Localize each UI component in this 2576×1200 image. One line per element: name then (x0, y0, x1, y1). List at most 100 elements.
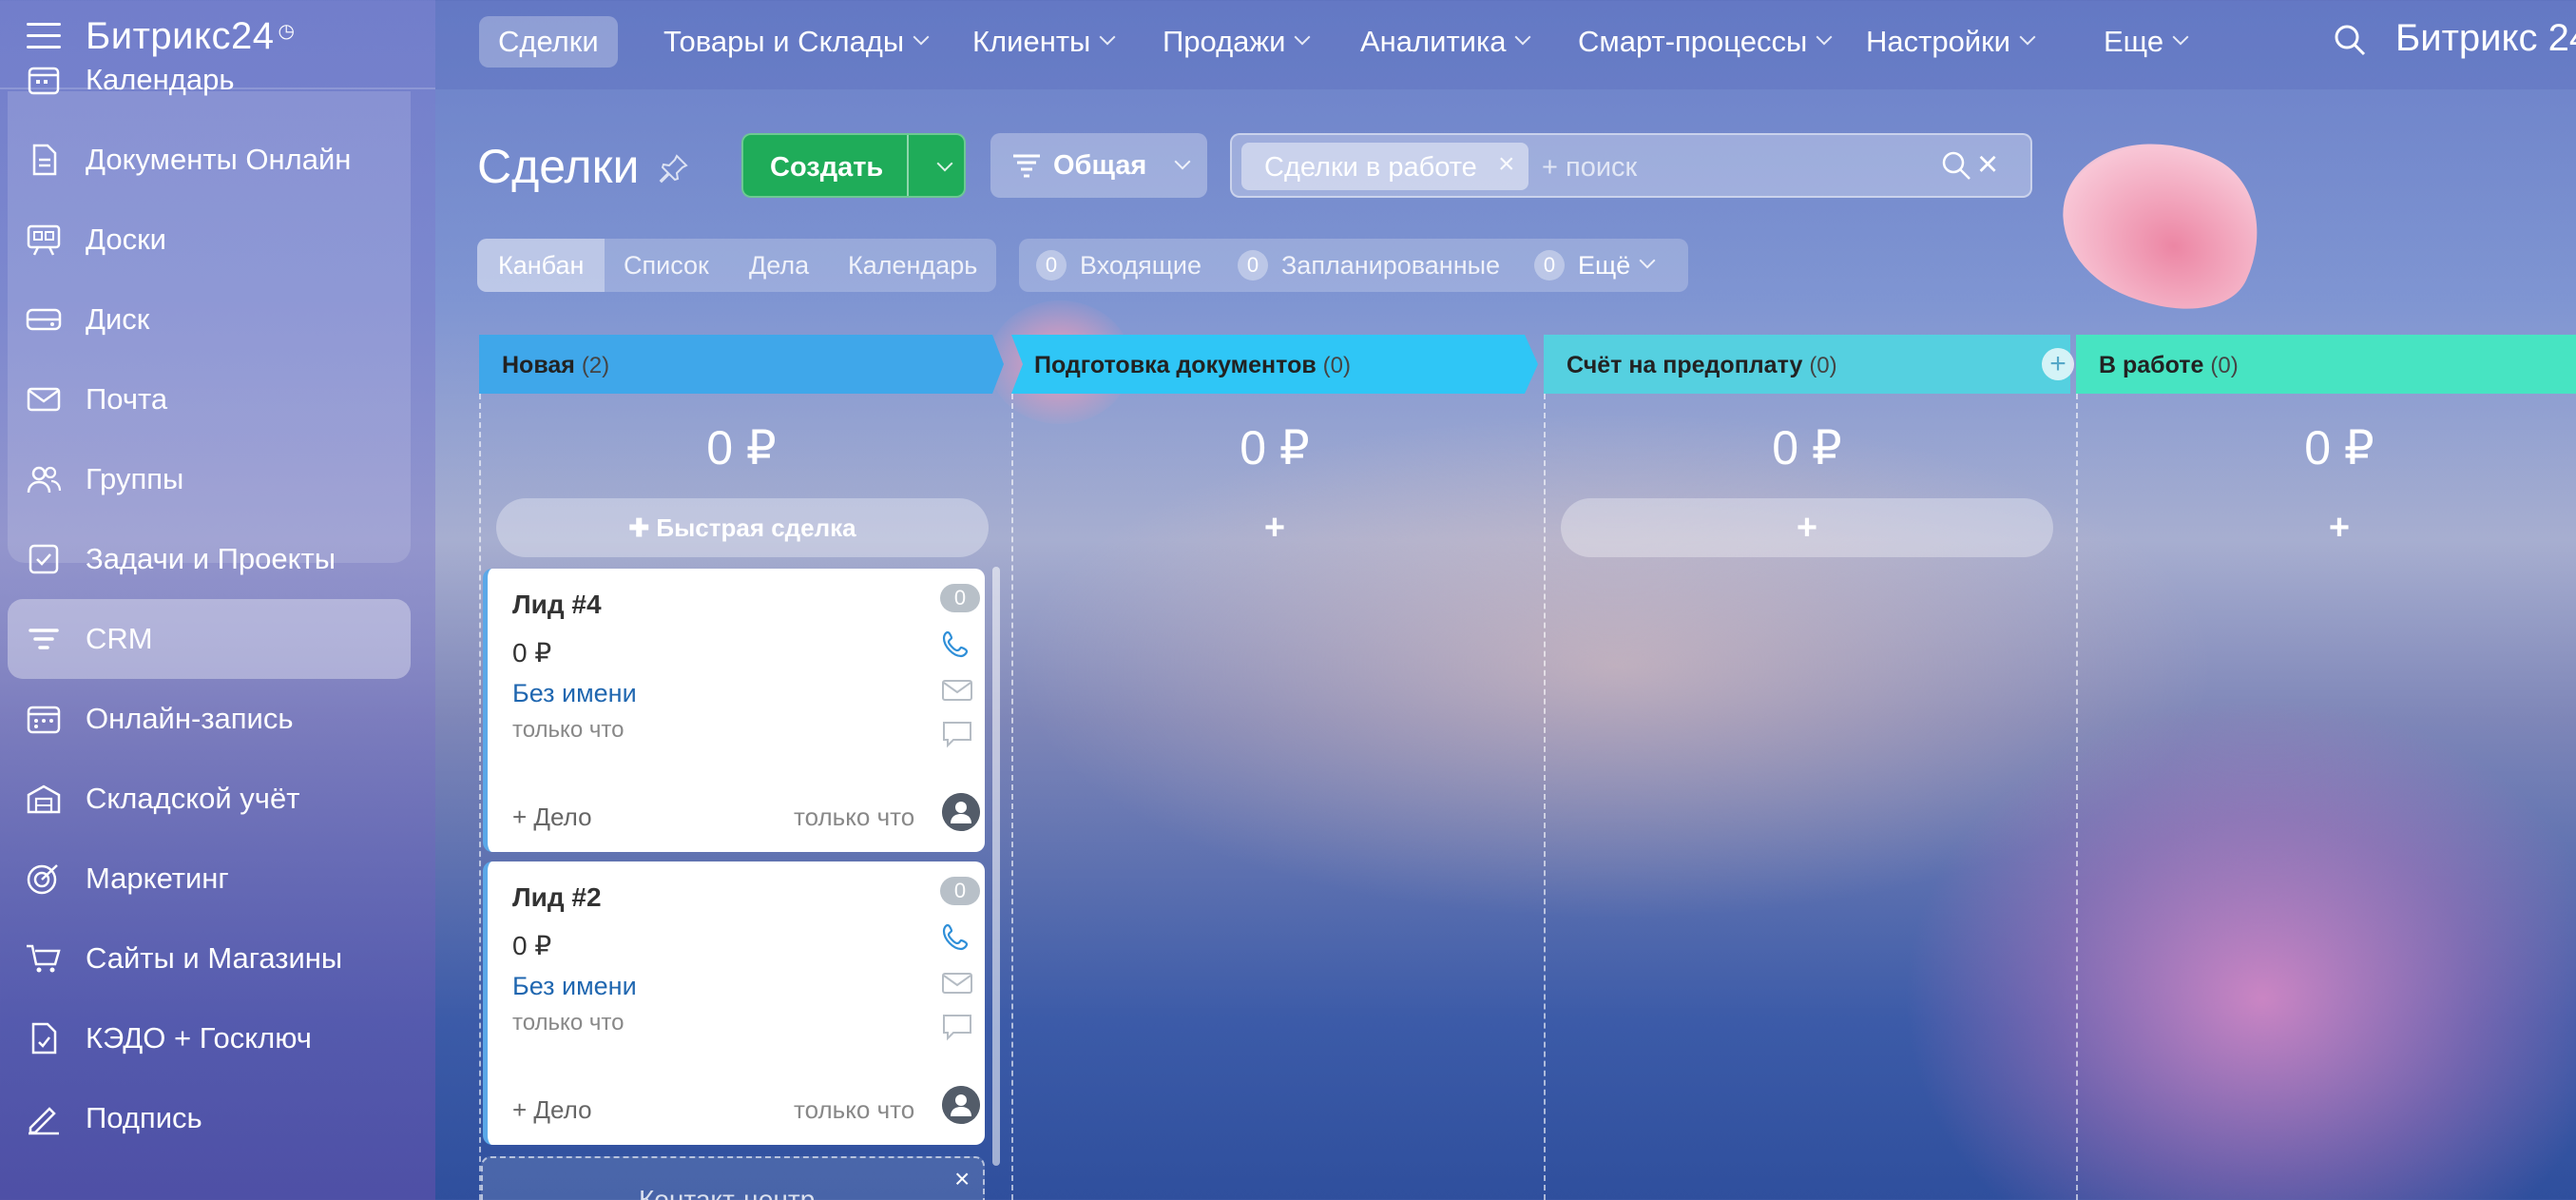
sidebar-item-warehouse[interactable]: Складской учёт (0, 759, 435, 839)
nav-item-more[interactable]: Еще (2085, 16, 2205, 68)
deal-client-link[interactable]: Без имени (512, 972, 637, 1001)
sidebar-item-label: Группы (86, 462, 184, 495)
quick-deal-button[interactable]: ✚ Быстрая сделка (496, 498, 989, 557)
sidebar-item-groups[interactable]: Группы (0, 439, 435, 519)
tab-activities[interactable]: Дела (749, 239, 809, 292)
filter-chip[interactable]: Сделки в работе × (1241, 143, 1528, 190)
nav-item-clients[interactable]: Клиенты (953, 16, 1132, 68)
sidebar-item-booking[interactable]: Онлайн-запись (0, 679, 435, 759)
counter-incoming[interactable]: 0 Входящие (1036, 239, 1201, 292)
nav-item-label: Товары и Склады (663, 25, 905, 58)
chevron-down-icon (1816, 29, 1833, 46)
add-activity-link[interactable]: + Дело (512, 1095, 592, 1125)
create-button-divider (907, 135, 909, 196)
nav-item-sales[interactable]: Продажи (1144, 16, 1327, 68)
tab-label: Дела (749, 250, 810, 280)
deal-title[interactable]: Лид #2 (512, 882, 602, 913)
deal-title[interactable]: Лид #4 (512, 590, 602, 620)
column-sum: 0 ₽ (1240, 421, 1310, 474)
column-header[interactable]: Счёт на предоплату (0) (1544, 335, 2070, 394)
chat-icon[interactable] (940, 1012, 974, 1042)
counter-more[interactable]: 0 Ещё (1534, 239, 1656, 292)
add-deal-button[interactable]: + (1028, 498, 1521, 557)
cart-icon (27, 944, 61, 973)
tab-calendar[interactable]: Календарь (848, 239, 977, 292)
nav-item-label: Клиенты (972, 25, 1091, 58)
sidebar-item-marketing[interactable]: Маркетинг (0, 839, 435, 919)
sidebar-item-label: Складской учёт (86, 782, 300, 815)
tab-list[interactable]: Список (624, 239, 709, 292)
add-deal-button[interactable]: + (2093, 498, 2576, 557)
category-filter-button[interactable]: Общая (990, 133, 1207, 198)
sidebar-item-documents[interactable]: Документы Онлайн (0, 120, 435, 200)
column-divider (479, 394, 481, 1200)
close-icon[interactable]: × (1498, 148, 1515, 181)
kanban-column-invoice: Счёт на предоплату (0) + 0 ₽ + (1544, 335, 2076, 1200)
chevron-down-icon (1514, 29, 1531, 46)
tab-label: Канбан (498, 250, 585, 280)
deal-card[interactable]: Лид #2 0 0 ₽ Без имени только что + Дело… (483, 861, 985, 1145)
filter-search-box[interactable]: Сделки в работе × × (1230, 133, 2032, 198)
chevron-down-icon[interactable] (936, 155, 953, 172)
filter-chip-label: Сделки в работе (1264, 152, 1477, 183)
create-button-label: Создать (770, 152, 884, 183)
contact-center-widget[interactable]: Контакт-центр × (481, 1156, 985, 1200)
search-icon[interactable] (1939, 148, 1973, 183)
add-activity-link[interactable]: + Дело (512, 803, 592, 832)
sidebar-item-kedo[interactable]: КЭДО + Госключ (0, 998, 435, 1078)
deal-client-link[interactable]: Без имени (512, 679, 637, 708)
sidebar-item-label: Почта (86, 382, 168, 416)
sidebar-item-tasks[interactable]: Задачи и Проекты (0, 519, 435, 599)
counter-badge: 0 (1036, 250, 1067, 281)
counter-label: Ещё (1578, 250, 1631, 280)
clear-icon[interactable]: × (1977, 145, 1998, 185)
sidebar-item-label: КЭДО + Госключ (86, 1021, 312, 1055)
nav-item-smart-processes[interactable]: Смарт-процессы (1559, 16, 1849, 68)
sidebar-item-boards[interactable]: Доски (0, 200, 435, 280)
deal-activity-date: только что (794, 1095, 915, 1124)
close-icon[interactable]: × (954, 1164, 970, 1194)
add-stage-icon[interactable]: + (2042, 348, 2074, 380)
counter-planned[interactable]: 0 Запланированные (1238, 239, 1500, 292)
chat-icon[interactable] (940, 719, 974, 749)
sidebar-item-label: Календарь (86, 63, 235, 96)
sidebar-item-disk[interactable]: Диск (0, 280, 435, 359)
top-navigation: Сделки Товары и Склады Клиенты Продажи А… (435, 0, 2576, 89)
phone-icon[interactable] (940, 629, 974, 660)
nav-item-label: Настройки (1866, 25, 2011, 58)
mail-icon[interactable] (940, 675, 974, 706)
phone-icon[interactable] (940, 922, 974, 953)
search-icon[interactable] (2331, 21, 2369, 59)
sidebar: Битрикс24 ◷ Календарь Документы Онлайн До… (0, 0, 435, 1200)
avatar-icon[interactable] (942, 1086, 980, 1124)
marketing-icon (27, 864, 58, 895)
quick-deal-label: Быстрая сделка (656, 513, 856, 542)
sidebar-item-signature[interactable]: Подпись (0, 1078, 435, 1158)
column-header[interactable]: В работе (0) (2076, 335, 2576, 394)
column-scrollbar[interactable] (992, 567, 1000, 1166)
create-button[interactable]: Создать (741, 133, 966, 198)
add-deal-button[interactable]: + (1561, 498, 2053, 557)
mail-icon[interactable] (940, 968, 974, 998)
sidebar-item-mail[interactable]: Почта (0, 359, 435, 439)
search-input[interactable] (1542, 148, 1922, 186)
pin-icon[interactable] (658, 152, 690, 184)
nav-item-products[interactable]: Товары и Склады (644, 16, 946, 68)
deal-card[interactable]: Лид #4 0 0 ₽ Без имени только что + Дело… (483, 569, 985, 852)
tab-kanban[interactable]: Канбан (477, 239, 605, 292)
view-switcher: Канбан Список Дела Календарь (477, 239, 996, 292)
brand-logo-right[interactable]: Битрикс 24 (2395, 17, 2576, 60)
nav-item-deals[interactable]: Сделки (479, 16, 618, 68)
sidebar-item-crm[interactable]: CRM (8, 599, 411, 679)
nav-item-settings[interactable]: Настройки (1847, 16, 2052, 68)
column-count: (2) (581, 353, 610, 378)
mail-icon (27, 387, 61, 412)
column-header[interactable]: Новая (2) (479, 335, 1004, 394)
sidebar-item-label: Сайты и Магазины (86, 941, 343, 975)
sidebar-item-sites[interactable]: Сайты и Магазины (0, 919, 435, 998)
page-title: Сделки (477, 140, 640, 193)
avatar-icon[interactable] (942, 793, 980, 831)
column-header[interactable]: Подготовка документов (0) (1011, 335, 1538, 394)
sidebar-item-calendar[interactable]: Календарь (0, 40, 435, 120)
nav-item-analytics[interactable]: Аналитика (1341, 16, 1548, 68)
